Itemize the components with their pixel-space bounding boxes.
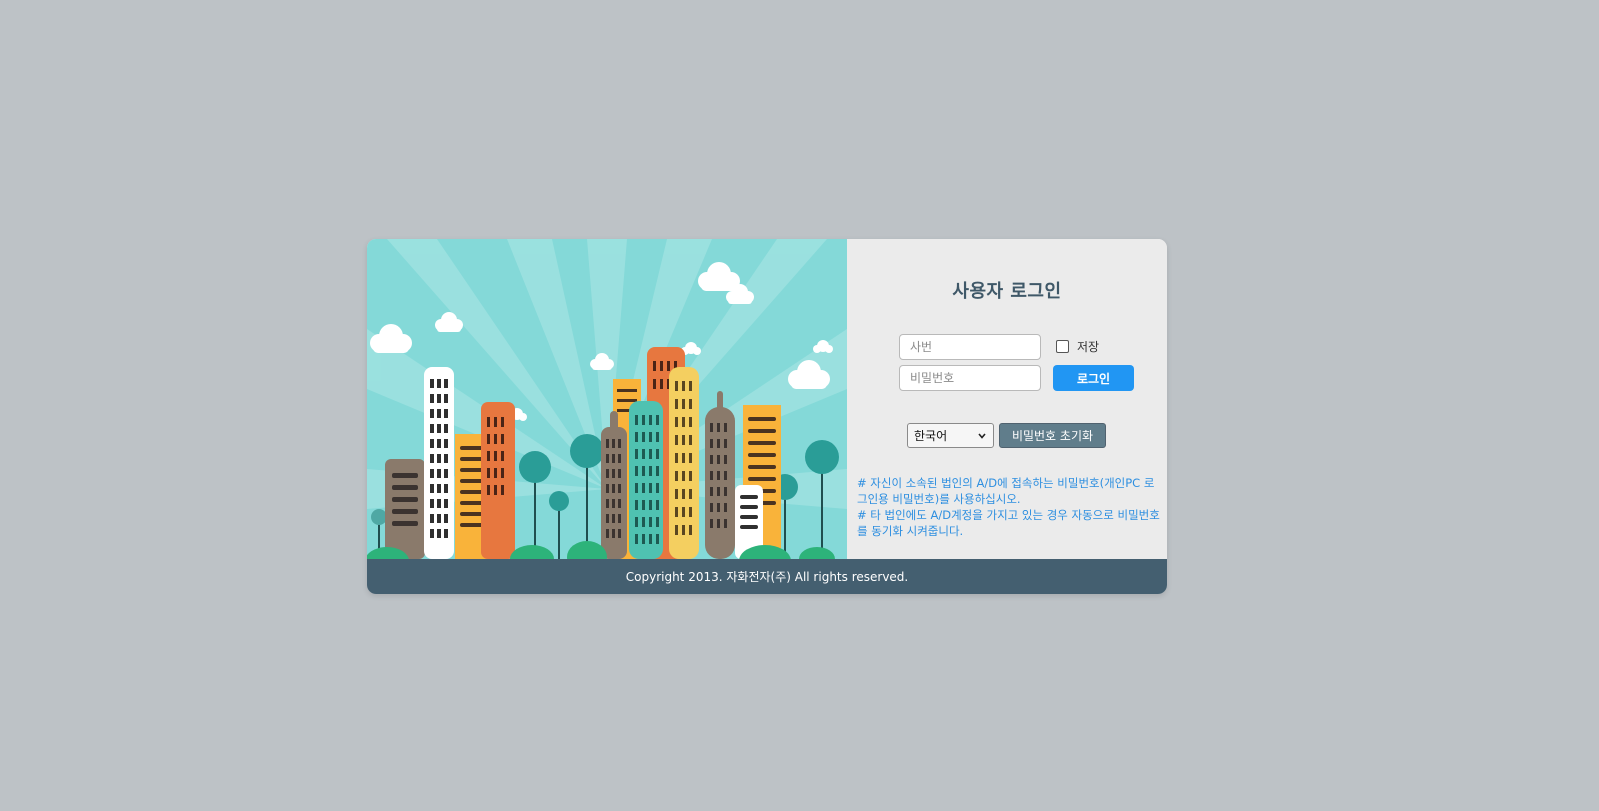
employee-id-input[interactable]: [899, 334, 1041, 360]
reset-password-button[interactable]: 비밀번호 초기화: [999, 423, 1106, 448]
page-title: 사용자 로그인: [952, 281, 1062, 302]
login-button[interactable]: 로그인: [1053, 365, 1134, 391]
login-card: 사용자 로그인 저장 로그인 한국어 비밀번호 초기화 # 자신이 소속된 법인…: [367, 239, 1167, 594]
language-select[interactable]: 한국어: [907, 423, 994, 448]
login-panel: 사용자 로그인 저장 로그인 한국어 비밀번호 초기화 # 자신이 소속된 법인…: [847, 239, 1167, 559]
city-illustration: [367, 239, 847, 559]
save-option[interactable]: 저장: [1056, 338, 1099, 355]
notice-line: # 타 법인에도 A/D계정을 가지고 있는 경우 자동으로 비밀번호를 동기화…: [857, 508, 1160, 538]
notice-text: # 자신이 소속된 법인의 A/D에 접속하는 비밀번호(개인PC 로그인용 비…: [857, 475, 1161, 539]
save-checkbox[interactable]: [1056, 340, 1069, 353]
chevron-down-icon: [978, 433, 986, 439]
footer-copyright: Copyright 2013. 자화전자(주) All rights reser…: [367, 559, 1167, 594]
password-input[interactable]: [899, 365, 1041, 391]
language-selected-value: 한국어: [914, 429, 948, 443]
save-label: 저장: [1077, 340, 1100, 354]
notice-line: # 자신이 소속된 법인의 A/D에 접속하는 비밀번호(개인PC 로그인용 비…: [857, 476, 1155, 506]
